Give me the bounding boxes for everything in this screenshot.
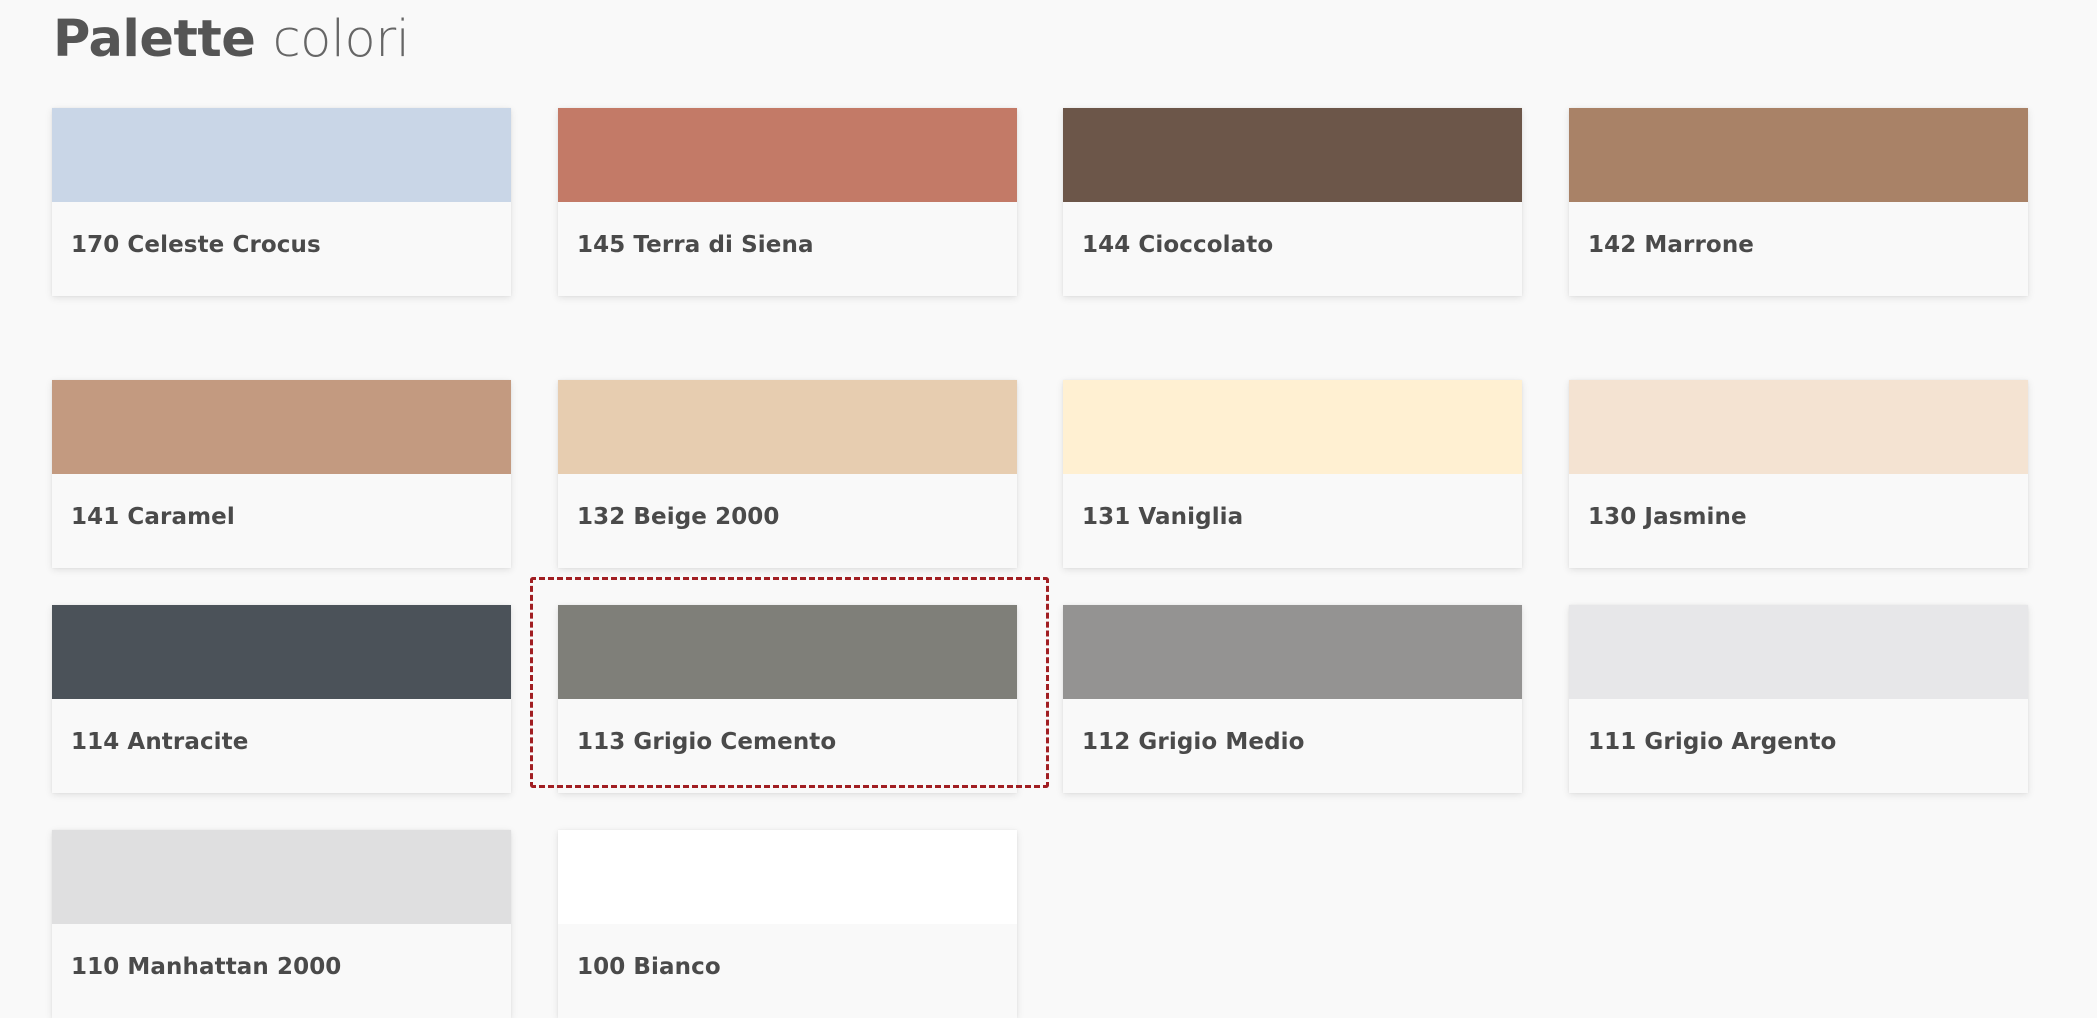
swatch-color-141 xyxy=(52,380,511,474)
swatch-label-131: 131 Vaniglia xyxy=(1082,504,1244,530)
swatch-color-112 xyxy=(1063,605,1522,699)
swatch-color-145 xyxy=(558,108,1017,202)
swatch-label-110: 110 Manhattan 2000 xyxy=(71,954,342,980)
swatch-card-131[interactable]: 131 Vaniglia xyxy=(1063,380,1522,568)
swatch-color-130 xyxy=(1569,380,2028,474)
swatch-color-114 xyxy=(52,605,511,699)
swatch-card-170[interactable]: 170 Celeste Crocus xyxy=(52,108,511,296)
swatch-label-170: 170 Celeste Crocus xyxy=(71,232,321,258)
swatch-color-132 xyxy=(558,380,1017,474)
swatch-color-113 xyxy=(558,605,1017,699)
swatch-color-142 xyxy=(1569,108,2028,202)
swatch-label-114: 114 Antracite xyxy=(71,729,249,755)
swatch-card-111[interactable]: 111 Grigio Argento xyxy=(1569,605,2028,793)
swatch-card-100[interactable]: 100 Bianco xyxy=(558,830,1017,1018)
swatch-label-130: 130 Jasmine xyxy=(1588,504,1747,530)
swatch-card-142[interactable]: 142 Marrone xyxy=(1569,108,2028,296)
swatch-label-145: 145 Terra di Siena xyxy=(577,232,814,258)
swatch-card-112[interactable]: 112 Grigio Medio xyxy=(1063,605,1522,793)
swatch-label-111: 111 Grigio Argento xyxy=(1588,729,1837,755)
swatch-color-170 xyxy=(52,108,511,202)
swatch-label-113: 113 Grigio Cemento xyxy=(577,729,837,755)
swatch-color-144 xyxy=(1063,108,1522,202)
swatch-color-131 xyxy=(1063,380,1522,474)
swatch-color-100 xyxy=(558,830,1017,924)
swatch-card-141[interactable]: 141 Caramel xyxy=(52,380,511,568)
swatch-card-130[interactable]: 130 Jasmine xyxy=(1569,380,2028,568)
page-title-bold: Palette xyxy=(53,10,256,69)
swatch-label-112: 112 Grigio Medio xyxy=(1082,729,1305,755)
swatch-label-144: 144 Cioccolato xyxy=(1082,232,1274,258)
swatch-color-111 xyxy=(1569,605,2028,699)
page-title: Palette colori xyxy=(53,8,410,72)
swatch-card-132[interactable]: 132 Beige 2000 xyxy=(558,380,1017,568)
swatch-card-110[interactable]: 110 Manhattan 2000 xyxy=(52,830,511,1018)
swatch-card-144[interactable]: 144 Cioccolato xyxy=(1063,108,1522,296)
swatch-color-110 xyxy=(52,830,511,924)
swatch-card-145[interactable]: 145 Terra di Siena xyxy=(558,108,1017,296)
swatch-label-132: 132 Beige 2000 xyxy=(577,504,780,530)
swatch-card-113[interactable]: 113 Grigio Cemento xyxy=(558,605,1017,793)
page-title-light: colori xyxy=(272,10,410,69)
swatch-label-141: 141 Caramel xyxy=(71,504,235,530)
swatch-card-114[interactable]: 114 Antracite xyxy=(52,605,511,793)
swatch-label-142: 142 Marrone xyxy=(1588,232,1754,258)
swatch-label-100: 100 Bianco xyxy=(577,954,721,980)
